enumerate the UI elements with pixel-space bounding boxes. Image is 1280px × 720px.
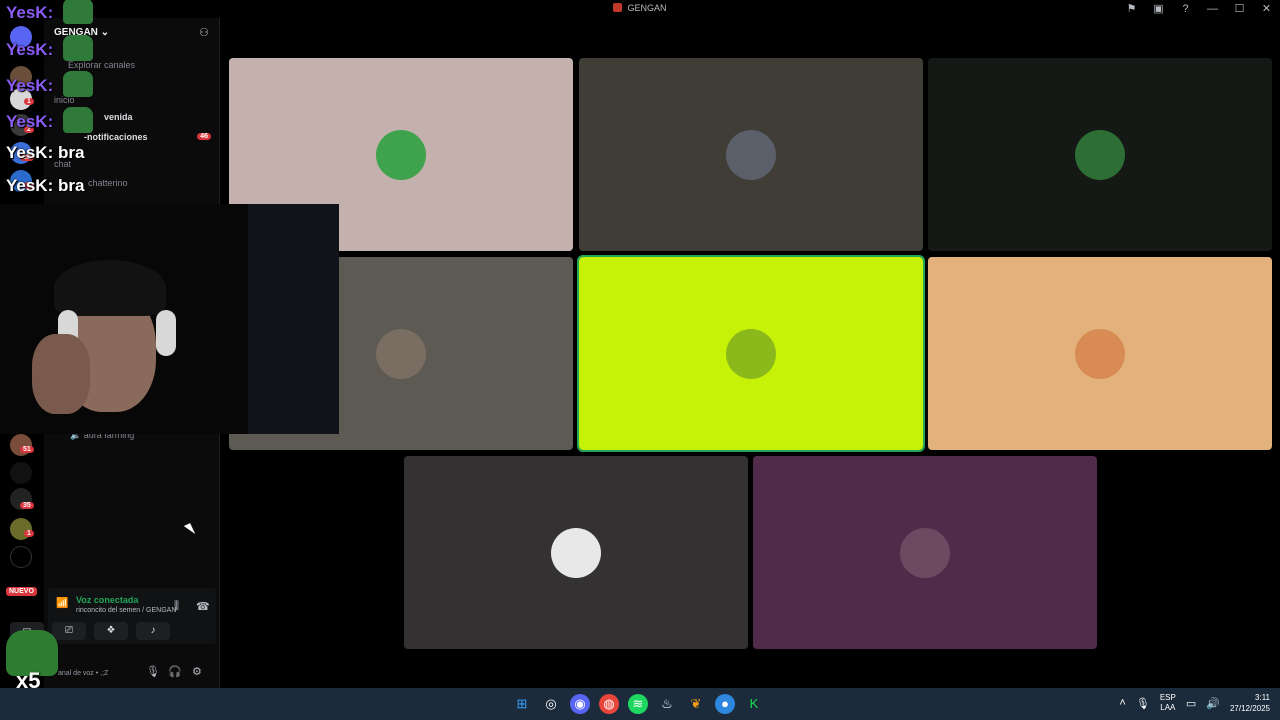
minimize-button[interactable]: — <box>1199 2 1226 18</box>
new-badge: NUEVO <box>6 587 37 596</box>
avatar <box>1075 328 1125 379</box>
chat-overlay-line: YesK: <box>6 0 94 24</box>
add-member-icon[interactable]: ⚇ <box>199 26 209 39</box>
screen-share-button[interactable]: ⎚ <box>52 622 86 640</box>
clock[interactable]: 3:11 27/12/2025 <box>1230 692 1270 714</box>
user-status: anal de voz • ,;Z <box>58 670 109 677</box>
windows-start-icon[interactable]: ⊞ <box>512 694 532 714</box>
server-icon[interactable] <box>10 546 32 568</box>
chat-overlay-line: YesK: <box>6 35 94 61</box>
participant-tile[interactable] <box>579 58 923 251</box>
title-bar: GENGAN ⚑ ▣ ? — ☐ ✕ <box>0 0 1280 18</box>
frog-emote <box>63 71 94 97</box>
fl-studio-icon[interactable]: ❦ <box>686 694 706 714</box>
avatar <box>551 527 601 578</box>
headphones-icon[interactable]: 🎧 <box>168 665 182 678</box>
avatar <box>726 129 776 180</box>
chrome-icon[interactable]: ◍ <box>599 694 619 714</box>
webcam-overlay <box>0 204 339 434</box>
participant-tile[interactable] <box>404 456 748 649</box>
server-badge: 1 <box>24 98 34 105</box>
signal-icon[interactable]: 📶 <box>56 598 68 609</box>
voice-status: Voz conectada <box>76 595 139 605</box>
window-title: GENGAN <box>0 3 1280 13</box>
participant-tile-speaking[interactable] <box>577 255 925 452</box>
avatar <box>726 328 776 379</box>
browse-channels[interactable]: Explorar canales <box>68 60 135 70</box>
voice-location[interactable]: rinconcito del semen / GENGAN <box>76 607 176 614</box>
kick-icon[interactable]: K <box>744 694 764 714</box>
avatar <box>900 527 950 578</box>
network-icon[interactable]: ▭ <box>1186 697 1196 710</box>
discord-icon[interactable]: ◉ <box>570 694 590 714</box>
user-panel: anal de voz • ,;Z 🎙 🎧 ⚙ <box>44 658 220 688</box>
screen-icon[interactable]: ▣ <box>1145 2 1172 18</box>
channel-chatterino[interactable]: chatterino <box>88 178 128 188</box>
participant-tile[interactable] <box>753 456 1097 649</box>
voice-grid <box>221 18 1280 688</box>
windows-taskbar: ⊞ ◎ ◉ ◍ ≋ ♨ ❦ ● K ˄ 🎙 ESP LAA ▭ 🔊 3:11 2… <box>0 688 1280 720</box>
title-bar-controls: ⚑ ▣ ? — ☐ ✕ <box>1118 2 1280 18</box>
server-badge: 1 <box>24 530 34 537</box>
maximize-button[interactable]: ☐ <box>1226 2 1253 18</box>
participant-tile[interactable] <box>928 257 1272 450</box>
chat-overlay-line: YesK: bra <box>6 143 85 162</box>
beanie <box>54 260 166 316</box>
chat-overlay-line: YesK: bra <box>6 176 85 195</box>
chat-overlay-line: YesK: <box>6 107 94 133</box>
system-tray: ˄ 🎙 ESP LAA ▭ 🔊 3:11 27/12/2025 <box>1119 692 1270 714</box>
microphone-icon[interactable]: 🎙 <box>1136 697 1150 710</box>
soundboard-button[interactable]: ♪ <box>136 622 170 640</box>
channel-notificaciones[interactable]: -notificaciones <box>84 132 148 142</box>
close-button[interactable]: ✕ <box>1253 2 1280 18</box>
microphone-icon[interactable]: 🎙 <box>146 665 160 678</box>
app-icon[interactable]: ● <box>715 694 735 714</box>
task-view-icon[interactable]: ◎ <box>541 694 561 714</box>
participant-tile[interactable] <box>928 58 1272 251</box>
chevron-up-icon[interactable]: ˄ <box>1119 697 1125 709</box>
steam-icon[interactable]: ♨ <box>657 694 677 714</box>
server-badge: 35 <box>20 502 34 509</box>
mention-badge: 46 <box>197 133 211 140</box>
frog-emote <box>63 107 94 133</box>
spotify-icon[interactable]: ≋ <box>628 694 648 714</box>
headphone-right <box>156 310 176 356</box>
avatar <box>376 129 426 180</box>
avatar <box>1075 129 1125 180</box>
frog-emote <box>63 0 94 24</box>
hand <box>32 334 90 414</box>
server-badge: 51 <box>20 446 34 453</box>
help-icon[interactable]: ? <box>1172 2 1199 18</box>
chat-overlay-line: YesK: <box>6 71 94 97</box>
taskbar-apps: ⊞ ◎ ◉ ◍ ≋ ♨ ❦ ● K <box>512 694 764 714</box>
frog-emote <box>63 35 94 61</box>
avatar <box>376 328 426 379</box>
channel-bienvenida[interactable]: venida <box>104 112 133 122</box>
activities-button[interactable]: ❖ <box>94 622 128 640</box>
volume-icon[interactable]: 🔊 <box>1206 697 1220 710</box>
inbox-flag-icon[interactable]: ⚑ <box>1118 2 1145 18</box>
music-server-icon[interactable] <box>10 462 32 484</box>
noise-suppression-icon[interactable]: ⫼ <box>174 600 179 613</box>
server-icon <box>613 3 623 12</box>
settings-gear-icon[interactable]: ⚙ <box>192 665 202 678</box>
language-indicator[interactable]: ESP LAA <box>1160 693 1176 713</box>
disconnect-icon[interactable]: ☎ <box>196 600 210 613</box>
